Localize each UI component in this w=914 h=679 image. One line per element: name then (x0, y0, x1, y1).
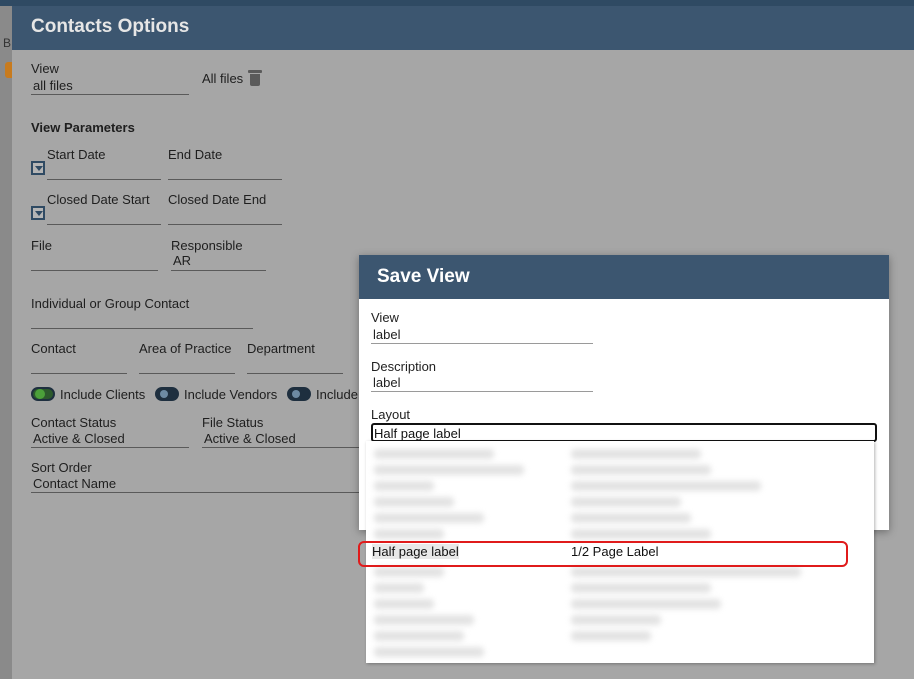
include-other-label: Include (316, 387, 358, 402)
responsible-label: Responsible (171, 238, 243, 253)
area-of-practice-label: Area of Practice (139, 341, 232, 356)
description-label: Description (371, 359, 437, 374)
list-item[interactable] (374, 615, 474, 625)
contact-label: Contact (31, 341, 76, 356)
save-view-view-label: View (371, 310, 399, 325)
contact-field[interactable] (31, 373, 127, 374)
include-vendors-toggle[interactable] (155, 387, 179, 401)
view-label: View (31, 61, 59, 76)
list-item (571, 631, 651, 641)
list-item (571, 465, 711, 475)
save-view-view-underline (371, 343, 593, 344)
list-item (571, 513, 691, 523)
file-status-underline (202, 447, 362, 448)
description-field[interactable]: label (373, 375, 400, 390)
file-field[interactable] (31, 270, 158, 271)
list-item[interactable] (374, 529, 444, 539)
list-item[interactable] (374, 449, 494, 459)
list-item (571, 567, 801, 577)
list-item[interactable] (374, 465, 524, 475)
list-item[interactable] (374, 599, 434, 609)
list-item[interactable] (374, 583, 424, 593)
individual-group-field[interactable] (31, 328, 253, 329)
trash-icon[interactable] (248, 70, 262, 86)
list-item[interactable] (374, 567, 444, 577)
start-date-field[interactable] (47, 179, 161, 180)
list-item (571, 615, 661, 625)
sort-order-underline (31, 492, 362, 493)
list-item (571, 583, 711, 593)
sort-order-label: Sort Order (31, 460, 92, 475)
list-item[interactable] (374, 647, 484, 657)
contact-status-label: Contact Status (31, 415, 117, 430)
include-other-toggle[interactable] (287, 387, 311, 401)
contact-status-field[interactable]: Active & Closed (33, 431, 125, 446)
responsible-field-underline (171, 270, 266, 271)
area-of-practice-field[interactable] (139, 373, 235, 374)
include-clients-label: Include Clients (60, 387, 146, 402)
description-underline (371, 391, 593, 392)
background-tab (5, 62, 12, 78)
background-left-strip: B (0, 6, 12, 679)
end-date-label: End Date (168, 147, 223, 162)
save-view-title: Save View (359, 255, 889, 299)
start-date-label: Start Date (47, 147, 106, 162)
closed-date-end-label: Closed Date End (168, 192, 267, 207)
responsible-field[interactable]: AR (173, 253, 191, 268)
sort-order-field[interactable]: Contact Name (33, 476, 116, 491)
date-picker-icon[interactable] (31, 161, 45, 175)
department-field[interactable] (247, 373, 343, 374)
list-item[interactable] (374, 631, 464, 641)
list-item (571, 481, 761, 491)
include-clients-toggle[interactable] (31, 387, 55, 401)
individual-group-label: Individual or Group Contact (31, 296, 190, 311)
end-date-field[interactable] (168, 179, 282, 180)
file-status-field[interactable]: Active & Closed (204, 431, 296, 446)
view-parameters-heading: View Parameters (31, 120, 135, 135)
save-view-view-field[interactable]: label (373, 327, 400, 342)
layout-label: Layout (371, 407, 411, 422)
list-item (571, 529, 711, 539)
file-status-label: File Status (202, 415, 264, 430)
list-item[interactable] (374, 513, 484, 523)
view-field-underline (31, 94, 189, 95)
all-files-link[interactable]: All files (202, 71, 243, 86)
contact-status-underline (31, 447, 189, 448)
selection-highlight (358, 541, 848, 567)
list-item (571, 599, 721, 609)
list-item (571, 497, 681, 507)
include-vendors-label: Include Vendors (184, 387, 278, 402)
list-item[interactable] (374, 481, 434, 491)
date-picker-icon[interactable] (31, 206, 45, 220)
view-field[interactable]: all files (33, 78, 73, 93)
closed-date-end-field[interactable] (168, 224, 282, 225)
background-letter: B (3, 36, 12, 50)
contacts-options-title: Contacts Options (12, 6, 914, 50)
list-item[interactable] (374, 497, 454, 507)
department-label: Department (247, 341, 315, 356)
closed-date-start-field[interactable] (47, 224, 161, 225)
file-label: File (31, 238, 52, 253)
layout-input[interactable]: Half page label (371, 423, 877, 442)
closed-date-start-label: Closed Date Start (47, 192, 150, 207)
list-item (571, 449, 701, 459)
